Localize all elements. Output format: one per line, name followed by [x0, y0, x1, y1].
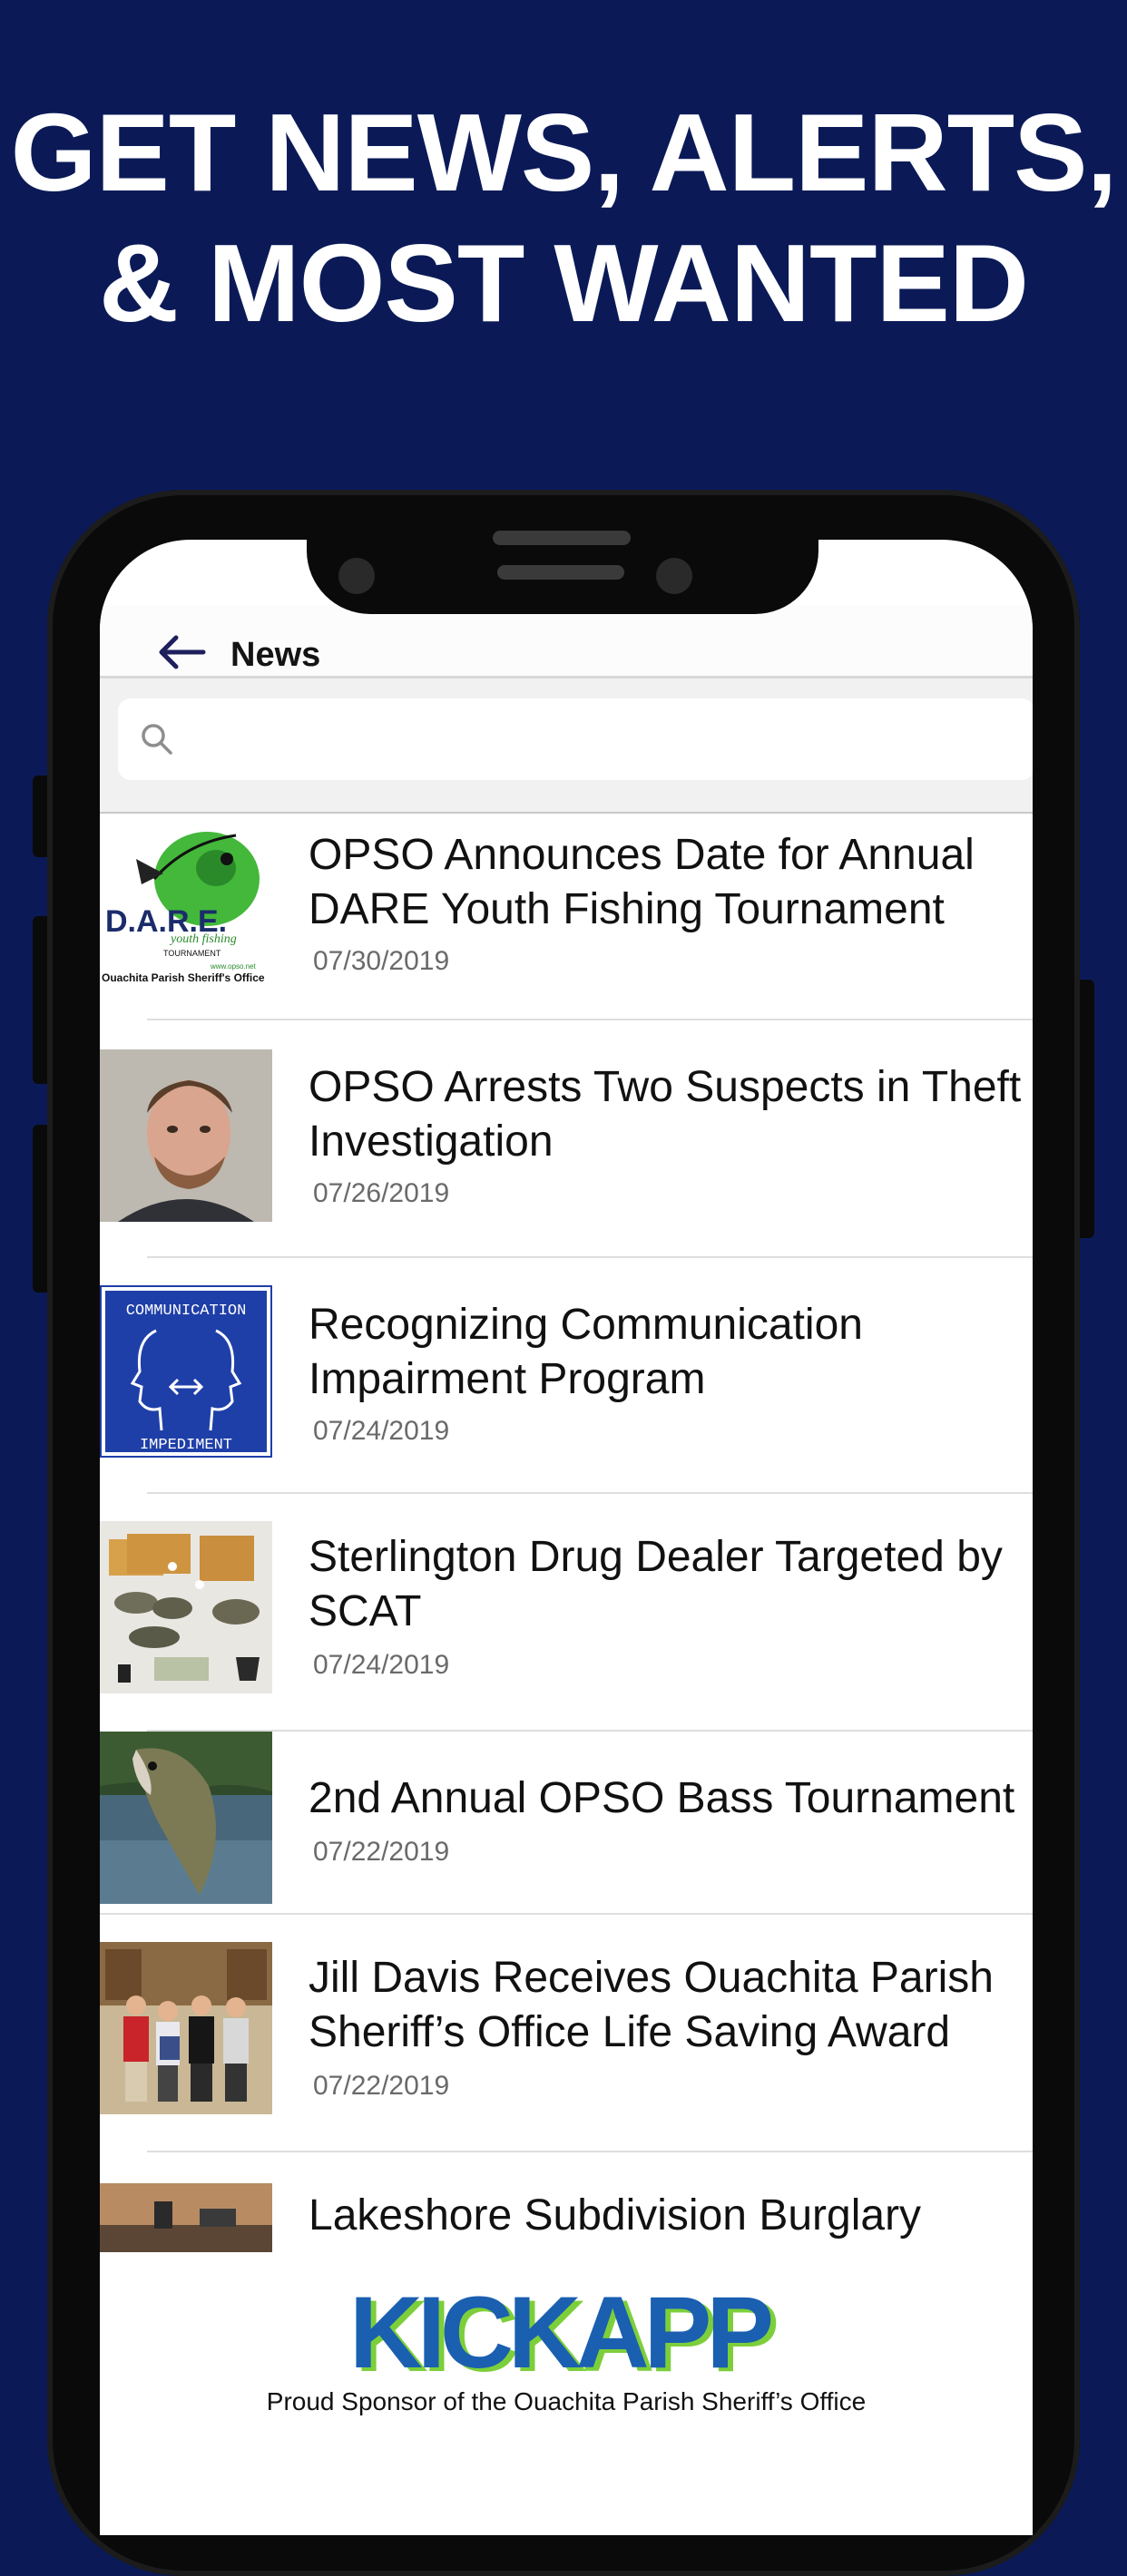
news-item-6[interactable]: Jill Davis Receives Ouachita Parish Sher…: [100, 1915, 1033, 2152]
dare-web-text: www.opso.net: [210, 962, 257, 971]
dare-tournament-text: TOURNAMENT: [163, 949, 221, 958]
news-date: 07/26/2019: [313, 1178, 450, 1208]
promo-line-1: GET NEWS, ALERTS,: [10, 91, 1118, 214]
comm-bottom-text: IMPEDIMENT: [140, 1437, 232, 1454]
sponsor-text: Proud Sponsor of the Ouachita Parish She…: [266, 2387, 867, 2415]
kickapp-logo: KICKAPP KICKAPP: [349, 2286, 781, 2386]
search-icon: [142, 724, 172, 755]
svg-text:KICKAPP: KICKAPP: [349, 2286, 770, 2386]
news-title: 2nd Annual OPSO Bass Tournament: [309, 1774, 1015, 1822]
award-photo-thumbnail: [100, 1942, 272, 2114]
news-title: Jill Davis Receives Ouachita Parish Sher…: [309, 1954, 994, 2056]
news-title: Recognizing Communication Impairment Pro…: [309, 1301, 863, 1403]
burglary-photo-thumbnail: [100, 2183, 272, 2252]
mugshot-thumbnail: [100, 1049, 272, 1222]
sponsor-footer: KICKAPP KICKAPP Proud Sponsor of the Oua…: [100, 2268, 1033, 2535]
comm-top-text: COMMUNICATION: [126, 1303, 247, 1320]
news-title: OPSO Announces Date for Annual DARE Yout…: [309, 831, 975, 933]
dare-logo-thumbnail: D.A.R.E. youth fishing TOURNAMENT www.op…: [100, 815, 272, 988]
phone-screen: News D.A.R.E. youth fishing TOURNAMENT w…: [100, 540, 1033, 2535]
news-date: 07/22/2019: [313, 2071, 450, 2101]
news-title: Lakeshore Subdivision Burglary: [309, 2191, 922, 2239]
news-date: 07/22/2019: [313, 1837, 450, 1867]
phone-speaker: [497, 565, 624, 580]
bass-fish-thumbnail: [100, 1732, 272, 1904]
page-title: News: [230, 636, 321, 674]
phone-camera: [338, 558, 375, 594]
nav-bar: News: [100, 605, 1033, 676]
news-date: 07/24/2019: [313, 1416, 450, 1446]
dare-office-text: Ouachita Parish Sheriff's Office: [102, 971, 265, 984]
news-date: 07/24/2019: [313, 1650, 450, 1680]
news-item-3[interactable]: COMMUNICATION IMPEDIMENT Recognizing Com…: [100, 1258, 1033, 1494]
communication-impediment-thumbnail: COMMUNICATION IMPEDIMENT: [100, 1285, 272, 1458]
news-item-7[interactable]: Lakeshore Subdivision Burglary: [100, 2152, 1033, 2270]
dare-sub-text: youth fishing: [169, 932, 237, 946]
news-item-2[interactable]: OPSO Arrests Two Suspects in Theft Inves…: [100, 1020, 1033, 1258]
promo-headline: GET NEWS, ALERTS, & MOST WANTED: [0, 87, 1127, 348]
phone-speaker: [493, 531, 631, 545]
promo-line-2: & MOST WANTED: [99, 221, 1029, 345]
news-title: OPSO Arrests Two Suspects in Theft Inves…: [309, 1063, 1022, 1166]
arrow-left-icon[interactable]: [154, 632, 209, 672]
seized-evidence-thumbnail: [100, 1521, 272, 1693]
search-box[interactable]: [118, 698, 1033, 780]
news-item-4[interactable]: Sterlington Drug Dealer Targeted by SCAT…: [100, 1494, 1033, 1732]
news-title: Sterlington Drug Dealer Targeted by SCAT: [309, 1533, 1003, 1635]
search-bar: [100, 678, 1033, 813]
search-input[interactable]: [191, 715, 1011, 766]
phone-sensor: [656, 558, 692, 594]
news-item-1[interactable]: D.A.R.E. youth fishing TOURNAMENT www.op…: [100, 814, 1033, 1020]
news-date: 07/30/2019: [313, 946, 450, 976]
news-item-5[interactable]: 2nd Annual OPSO Bass Tournament 07/22/20…: [100, 1732, 1033, 1915]
